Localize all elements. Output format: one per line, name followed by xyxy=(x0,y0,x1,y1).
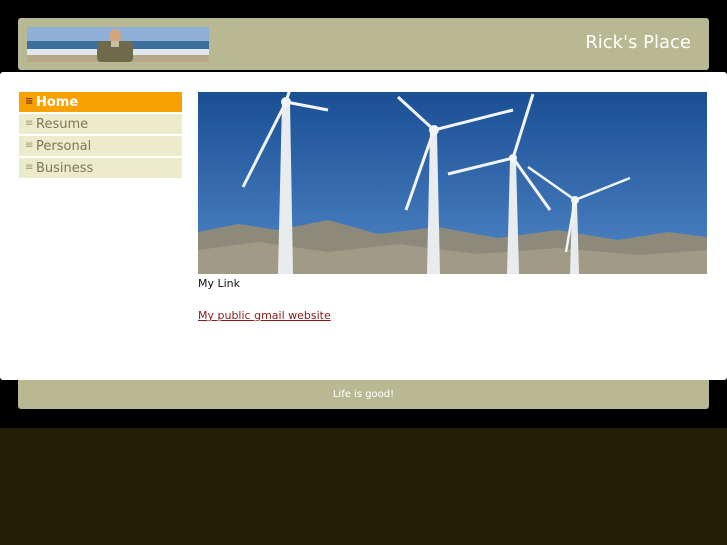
footer-text: Life is good! xyxy=(332,389,395,400)
gmail-website-link[interactable]: My public gmail website xyxy=(198,309,331,322)
site-header: Rick's Place xyxy=(18,18,709,70)
nav-item-label: Resume xyxy=(36,116,89,132)
site-title: Rick's Place xyxy=(585,32,691,53)
menu-bullet-icon: ≡ xyxy=(25,140,34,151)
bottom-background-band xyxy=(0,428,727,545)
section-heading: My Link xyxy=(198,277,241,290)
menu-bullet-icon: ≡ xyxy=(25,96,34,107)
menu-bullet-icon: ≡ xyxy=(25,118,34,129)
site-footer: Life is good! xyxy=(18,380,709,409)
profile-photo xyxy=(27,27,209,62)
wind-turbines-banner xyxy=(198,92,707,274)
nav-item-resume[interactable]: ≡ Resume xyxy=(19,114,182,134)
main-content-panel: ≡ Home ≡ Resume ≡ Personal ≡ Business My… xyxy=(0,72,727,380)
nav-item-home[interactable]: ≡ Home xyxy=(19,92,182,112)
nav-item-personal[interactable]: ≡ Personal xyxy=(19,136,182,156)
sidebar-nav: ≡ Home ≡ Resume ≡ Personal ≡ Business xyxy=(19,92,182,180)
nav-item-label: Business xyxy=(36,160,94,176)
nav-item-label: Personal xyxy=(36,138,92,154)
menu-bullet-icon: ≡ xyxy=(25,162,34,173)
nav-item-business[interactable]: ≡ Business xyxy=(19,158,182,178)
nav-item-label: Home xyxy=(36,94,79,110)
